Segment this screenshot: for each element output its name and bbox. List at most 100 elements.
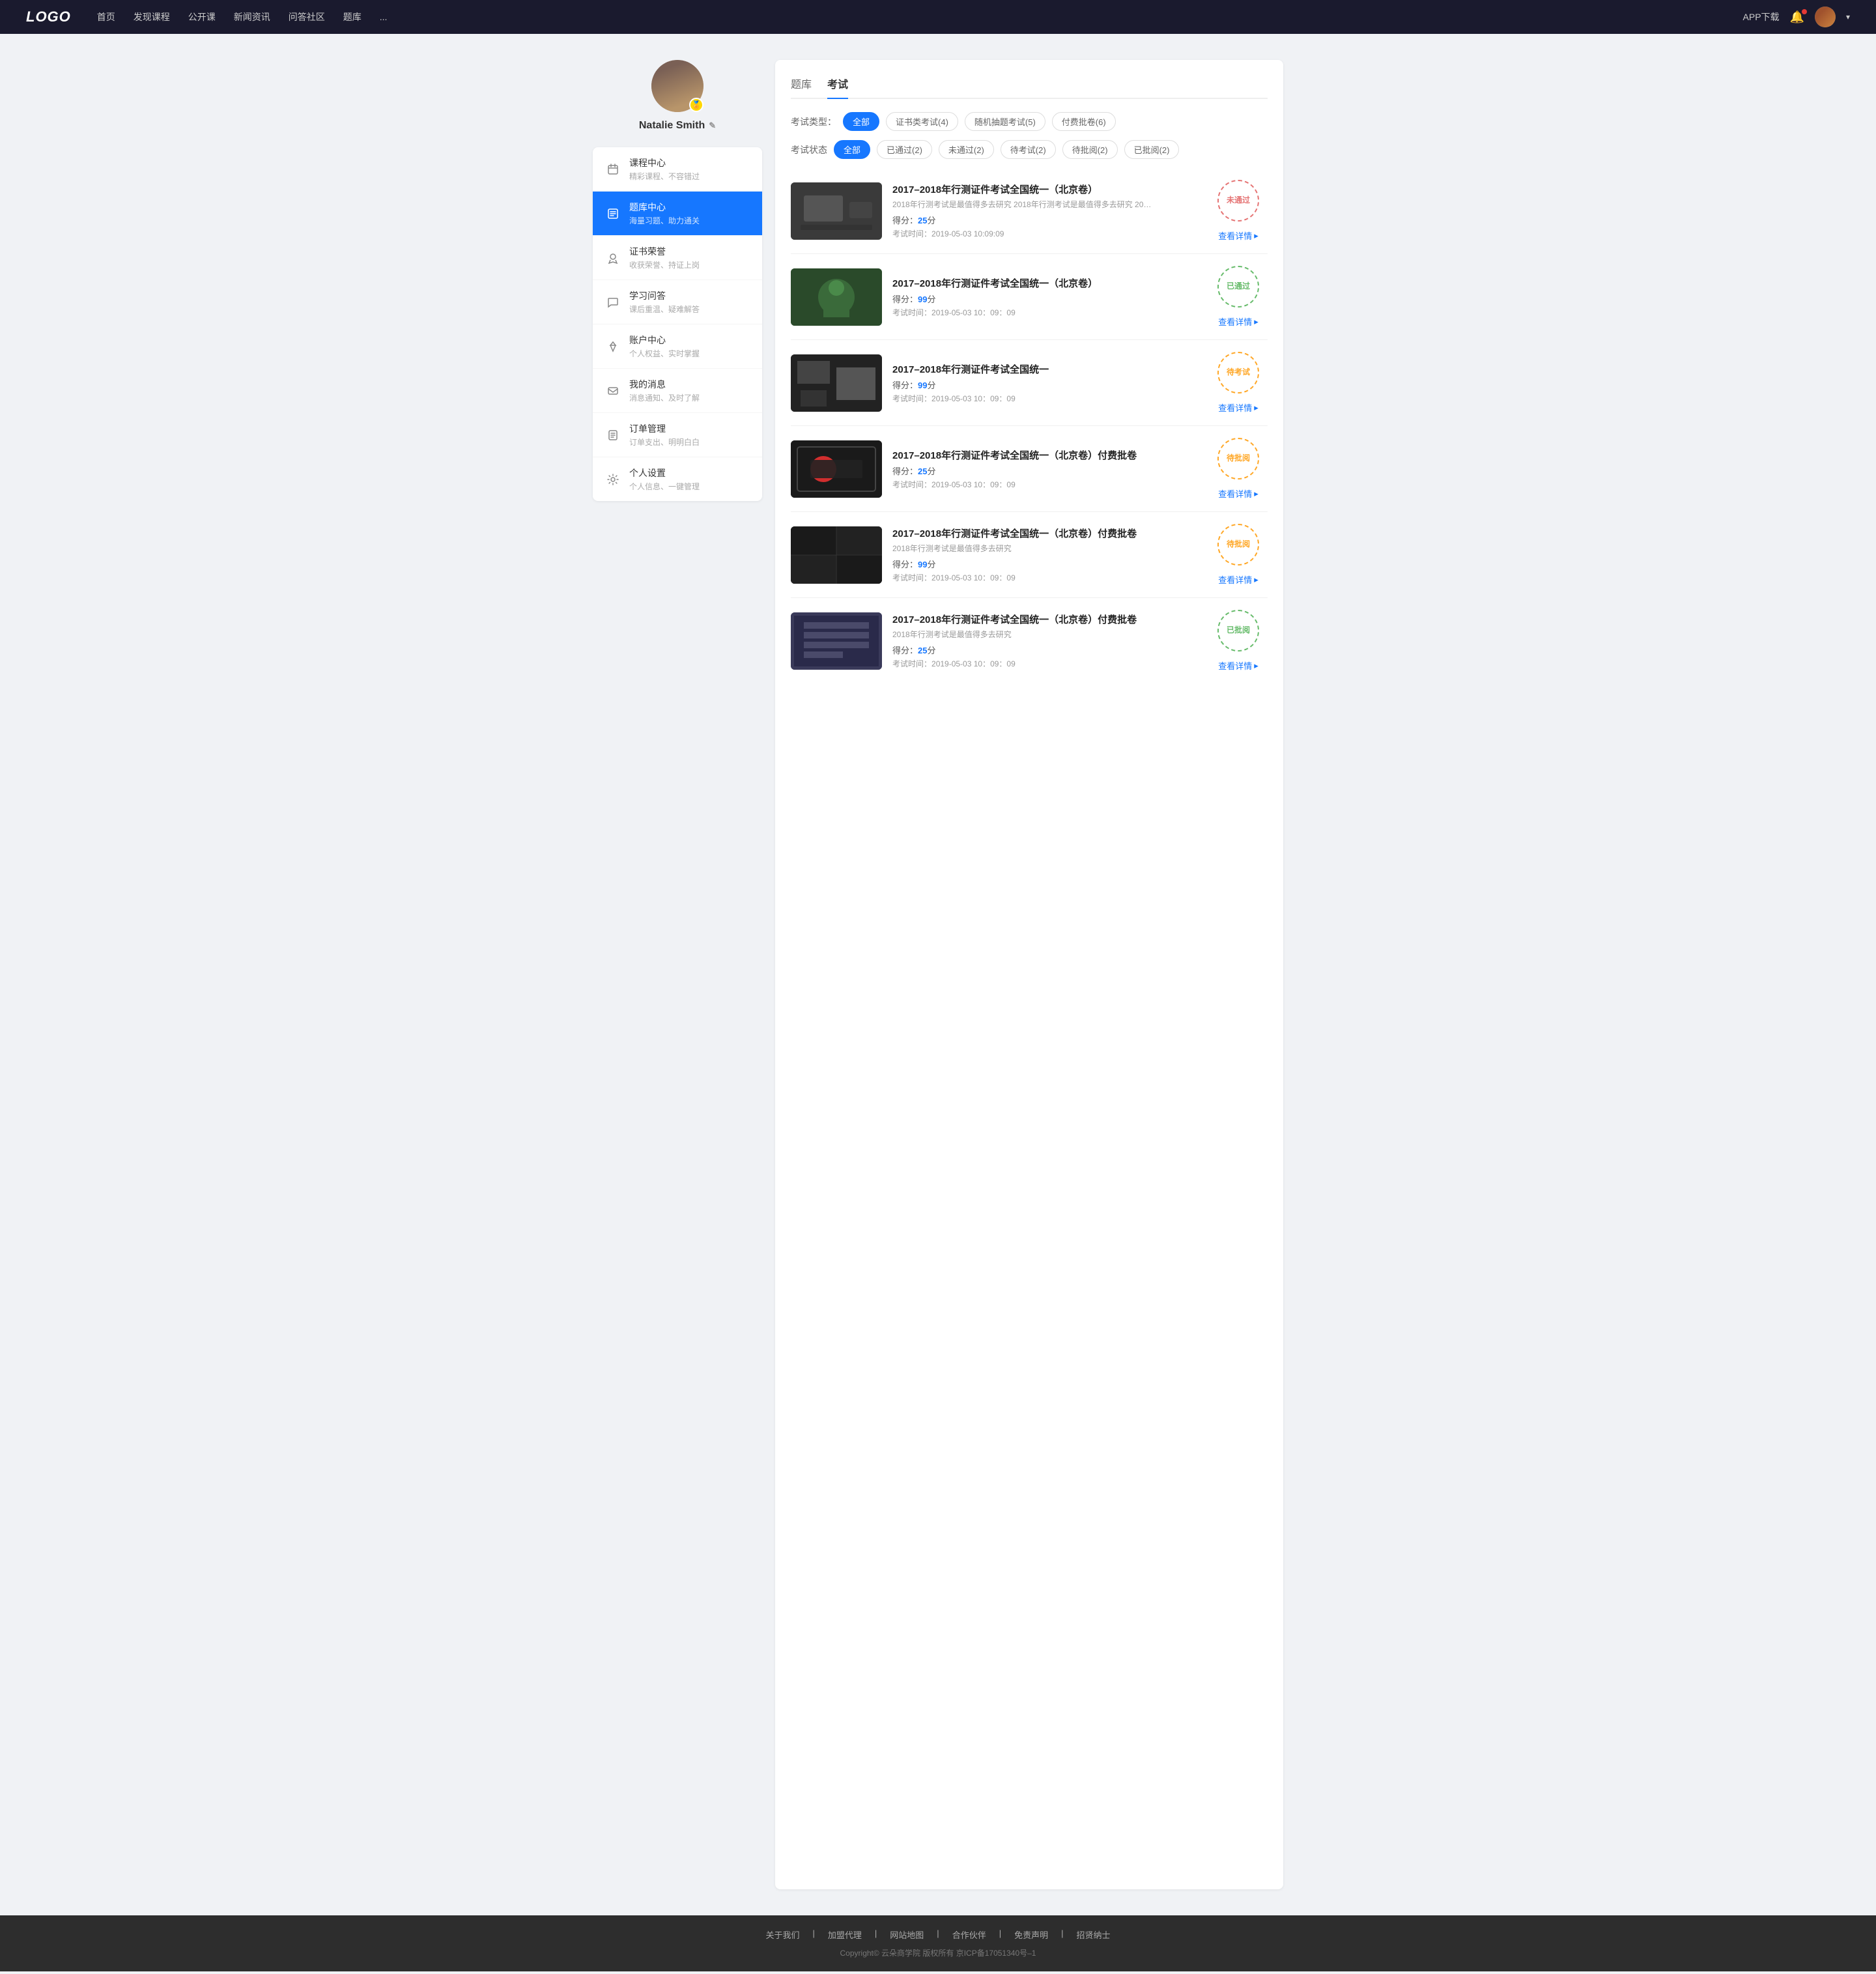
sidebar-account-text: 账户中心 个人权益、实时掌握 [629,334,749,359]
sidebar-item-questionbank[interactable]: 题库中心 海量习题、助力通关 [593,192,762,236]
notification-bell[interactable]: 🔔 [1790,10,1804,24]
app-download[interactable]: APP下载 [1743,10,1780,23]
exam-time-1: 考试时间：2019-05-03 10：09：09 [892,307,1199,318]
exam-detail-link-3[interactable]: 查看详情 ▸ [1218,487,1258,500]
sidebar-item-order[interactable]: 订单管理 订单支出、明明白白 [593,413,762,457]
exam-thumbnail-4 [791,526,882,584]
exam-status-stamp-5: 已批阅 [1217,610,1259,651]
filter-status-pending[interactable]: 待考试(2) [1001,140,1056,159]
exam-status-stamp-0: 未通过 [1217,180,1259,222]
sidebar-item-qa[interactable]: 学习问答 课后重温、疑难解答 [593,280,762,324]
table-row: 2017–2018年行测证件考试全国统一（北京卷）付费批卷 得分：25分 考试时… [791,426,1268,512]
filter-status-review[interactable]: 待批阅(2) [1062,140,1118,159]
user-dropdown-icon[interactable]: ▾ [1846,12,1850,21]
nav-questionbank[interactable]: 题库 [343,10,362,23]
exam-detail-link-0[interactable]: 查看详情 ▸ [1218,229,1258,242]
exam-score-4: 得分：99分 [892,558,1199,570]
sidebar-settings-sub: 个人信息、一键管理 [629,481,749,492]
footer-join[interactable]: 招贤纳士 [1077,1928,1111,1941]
filter-type-random[interactable]: 随机抽题考试(5) [965,112,1045,131]
tab-exam[interactable]: 考试 [827,76,848,99]
exam-action-2: 待考试 查看详情 ▸ [1209,352,1268,414]
footer-about[interactable]: 关于我们 [765,1928,799,1941]
list-icon [606,207,620,221]
nav-opencourse[interactable]: 公开课 [188,10,216,23]
footer-franchise[interactable]: 加盟代理 [828,1928,862,1941]
exam-status-stamp-2: 待考试 [1217,352,1259,393]
sidebar-course-sub: 精彩课程、不容错过 [629,171,749,182]
exam-desc-5: 2018年行测考试是最值得多去研究 [892,629,1153,640]
table-row: 2017–2018年行测证件考试全国统一 得分：99分 考试时间：2019-05… [791,340,1268,426]
sidebar-settings-text: 个人设置 个人信息、一键管理 [629,466,749,492]
tab-questionbank[interactable]: 题库 [791,76,812,99]
exam-status-label: 考试状态 [791,143,827,156]
sidebar-course-label: 课程中心 [629,156,749,169]
diamond-icon [606,339,620,354]
sidebar-menu: 课程中心 精彩课程、不容错过 题库中心 海量习题、助力通关 [593,147,762,501]
filter-status-passed[interactable]: 已通过(2) [877,140,932,159]
footer-disclaimer[interactable]: 免责声明 [1014,1928,1048,1941]
exam-status-filter: 考试状态 全部 已通过(2) 未通过(2) 待考试(2) 待批阅(2) 已批阅(… [791,140,1268,159]
exam-status-stamp-3: 待批阅 [1217,438,1259,479]
exam-score-3: 得分：25分 [892,465,1199,477]
sidebar-course-text: 课程中心 精彩课程、不容错过 [629,156,749,182]
exam-title-1: 2017–2018年行测证件考试全国统一（北京卷） [892,276,1199,290]
sidebar-avatar-wrap: 🏅 [651,60,704,112]
exam-title-5: 2017–2018年行测证件考试全国统一（北京卷）付费批卷 [892,612,1199,626]
sidebar-item-message[interactable]: 我的消息 消息通知、及时了解 [593,369,762,413]
sidebar-item-course[interactable]: 课程中心 精彩课程、不容错过 [593,147,762,192]
sidebar-item-account[interactable]: 账户中心 个人权益、实时掌握 [593,324,762,369]
sidebar-message-sub: 消息通知、及时了解 [629,392,749,403]
logo: LOGO [26,8,71,25]
footer-sitemap[interactable]: 网站地图 [890,1928,924,1941]
table-row: 2017–2018年行测证件考试全国统一（北京卷） 得分：99分 考试时间：20… [791,254,1268,340]
nav-home[interactable]: 首页 [97,10,115,23]
exam-score-1: 得分：99分 [892,293,1199,305]
exam-detail-link-1[interactable]: 查看详情 ▸ [1218,315,1258,328]
exam-action-5: 已批阅 查看详情 ▸ [1209,610,1268,672]
exam-type-filter: 考试类型： 全部 证书类考试(4) 随机抽题考试(5) 付费批卷(6) [791,112,1268,131]
username-text: Natalie Smith [639,120,705,132]
exam-action-0: 未通过 查看详情 ▸ [1209,180,1268,242]
filter-type-paid[interactable]: 付费批卷(6) [1052,112,1116,131]
exam-detail-link-2[interactable]: 查看详情 ▸ [1218,401,1258,414]
exam-desc-0: 2018年行测考试是最值得多去研究 2018年行测考试是最值得多去研究 2018… [892,199,1153,210]
chat-icon [606,295,620,309]
navbar-right: APP下载 🔔 ▾ [1743,7,1850,27]
exam-status-stamp-1: 已通过 [1217,266,1259,308]
notification-dot [1802,9,1807,14]
exam-title-4: 2017–2018年行测证件考试全国统一（北京卷）付费批卷 [892,526,1199,540]
sidebar-qa-sub: 课后重温、疑难解答 [629,304,749,315]
filter-status-failed[interactable]: 未通过(2) [939,140,994,159]
exam-detail-link-5[interactable]: 查看详情 ▸ [1218,659,1258,672]
avatar-image [1815,7,1836,27]
filter-type-all[interactable]: 全部 [843,112,879,131]
filter-type-cert[interactable]: 证书类考试(4) [886,112,958,131]
nav-discover[interactable]: 发现课程 [134,10,170,23]
filter-status-reviewed[interactable]: 已批阅(2) [1124,140,1180,159]
navbar: LOGO 首页 发现课程 公开课 新闻资讯 问答社区 题库 ... APP下载 … [0,0,1876,34]
exam-list: 2017–2018年行测证件考试全国统一（北京卷） 2018年行测考试是最值得多… [791,168,1268,683]
nav-qa[interactable]: 问答社区 [289,10,325,23]
exam-score-0: 得分：25分 [892,214,1199,226]
exam-time-5: 考试时间：2019-05-03 10：09：09 [892,658,1199,669]
nav-news[interactable]: 新闻资讯 [234,10,270,23]
user-avatar[interactable] [1815,7,1836,27]
calendar-icon [606,162,620,177]
footer-copyright: Copyright© 云朵商学院 版权所有 京ICP备17051340号–1 [26,1947,1850,1958]
table-row: 2017–2018年行测证件考试全国统一（北京卷）付费批卷 2018年行测考试是… [791,598,1268,683]
filter-status-all[interactable]: 全部 [834,140,870,159]
sidebar-qa-text: 学习问答 课后重温、疑难解答 [629,289,749,315]
exam-type-label: 考试类型： [791,115,836,128]
sidebar-item-settings[interactable]: 个人设置 个人信息、一键管理 [593,457,762,501]
exam-info-2: 2017–2018年行测证件考试全国统一 得分：99分 考试时间：2019-05… [892,362,1199,404]
sidebar-item-cert[interactable]: 证书荣誉 收获荣誉、持证上岗 [593,236,762,280]
nav-more[interactable]: ... [380,12,388,22]
edit-profile-icon[interactable]: ✎ [709,121,716,131]
sidebar: 🏅 Natalie Smith ✎ 课程中心 精彩课程、不容错过 [593,60,762,1889]
exam-time-2: 考试时间：2019-05-03 10：09：09 [892,393,1199,404]
exam-detail-link-4[interactable]: 查看详情 ▸ [1218,573,1258,586]
exam-time-0: 考试时间：2019-05-03 10:09:09 [892,228,1199,239]
sidebar-qb-text: 题库中心 海量习题、助力通关 [629,201,749,226]
footer-partner[interactable]: 合作伙伴 [952,1928,986,1941]
